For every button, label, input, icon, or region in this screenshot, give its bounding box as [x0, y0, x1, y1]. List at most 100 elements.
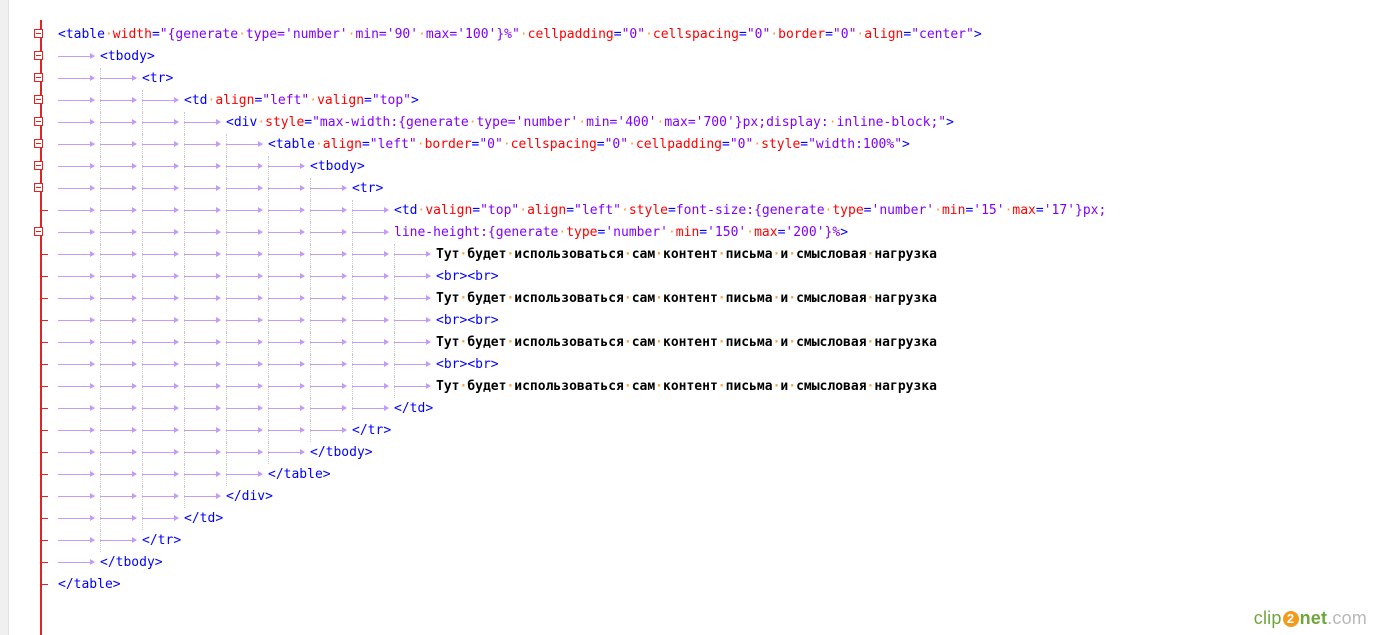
code-line[interactable]: <br><br> — [0, 266, 1381, 288]
code-line[interactable]: <tr> — [0, 68, 1381, 90]
indent-guide — [310, 354, 311, 376]
indent-guide — [352, 222, 353, 244]
code-text: </table> — [58, 577, 121, 592]
tab-arrow-icon — [268, 449, 305, 455]
code-text: </td> — [184, 511, 224, 526]
code-line[interactable]: Тут·будет·использоваться·сам·контент·пис… — [0, 288, 1381, 310]
clip2net-watermark-logo: clip 2 net.com — [1254, 608, 1367, 629]
indent-guide — [226, 156, 227, 178]
code-line[interactable]: Тут·будет·использоваться·сам·контент·пис… — [0, 332, 1381, 354]
code-line[interactable]: <td·valign="top"·align="left"·style=font… — [0, 200, 1381, 222]
code-line[interactable]: <tbody> — [0, 46, 1381, 68]
tab-arrow-icon — [352, 339, 389, 345]
fold-tick — [42, 276, 48, 277]
indent-guide — [226, 376, 227, 398]
fold-toggle-icon[interactable] — [34, 51, 43, 60]
tab-arrow-icon — [226, 185, 263, 191]
tab-arrow-icon — [184, 119, 221, 125]
code-line[interactable]: </tr> — [0, 420, 1381, 442]
indent-guide — [100, 178, 101, 200]
code-line[interactable]: <tr> — [0, 178, 1381, 200]
tab-arrow-icon — [100, 339, 137, 345]
indent-guide — [142, 508, 143, 530]
indent-guide — [352, 266, 353, 288]
code-line[interactable]: line-height:{generate·type='number'·min=… — [0, 222, 1381, 244]
fold-toggle-icon[interactable] — [34, 73, 43, 82]
tab-arrow-icon — [142, 515, 179, 521]
tab-arrow-icon — [394, 317, 431, 323]
fold-toggle-icon[interactable] — [34, 117, 43, 126]
indent-guide — [100, 156, 101, 178]
code-line[interactable]: </tbody> — [0, 552, 1381, 574]
code-text: <td·align="left"·valign="top"> — [184, 93, 419, 108]
tab-arrow-icon — [142, 383, 179, 389]
tab-arrow-icon — [142, 405, 179, 411]
tab-arrow-icon — [58, 163, 95, 169]
indent-guide — [310, 376, 311, 398]
code-line[interactable]: </table> — [0, 574, 1381, 596]
code-line[interactable]: <table·align="left"·border="0"·cellspaci… — [0, 134, 1381, 156]
tab-arrow-icon — [226, 317, 263, 323]
tab-arrow-icon — [310, 383, 347, 389]
code-line[interactable]: <table·width="{generate·type='number'·mi… — [0, 24, 1381, 46]
indent-guide — [394, 376, 395, 398]
code-line[interactable]: <div·style="max-width:{generate·type='nu… — [0, 112, 1381, 134]
fold-toggle-icon[interactable] — [34, 227, 43, 236]
code-line[interactable]: </tbody> — [0, 442, 1381, 464]
fold-tick — [42, 342, 48, 343]
indent-guide — [268, 200, 269, 222]
indent-guide — [226, 420, 227, 442]
code-line[interactable]: <tbody> — [0, 156, 1381, 178]
indent-guide — [310, 266, 311, 288]
code-line[interactable]: Тут·будет·использоваться·сам·контент·пис… — [0, 376, 1381, 398]
fold-toggle-icon[interactable] — [34, 183, 43, 192]
tab-arrow-icon — [58, 471, 95, 477]
fold-tick — [42, 518, 48, 519]
tab-arrow-icon — [226, 229, 263, 235]
tab-arrow-icon — [100, 75, 137, 81]
code-line[interactable]: Тут·будет·использоваться·сам·контент·пис… — [0, 244, 1381, 266]
indent-guide — [226, 134, 227, 156]
fold-toggle-icon[interactable] — [34, 29, 43, 38]
indent-guide — [142, 376, 143, 398]
tab-arrow-icon — [58, 361, 95, 367]
code-line[interactable]: <br><br> — [0, 310, 1381, 332]
tab-arrow-icon — [100, 119, 137, 125]
fold-tick — [42, 452, 48, 453]
code-line[interactable]: </table> — [0, 464, 1381, 486]
code-line[interactable]: <td·align="left"·valign="top"> — [0, 90, 1381, 112]
tab-arrow-icon — [268, 339, 305, 345]
indent-guide — [142, 156, 143, 178]
tab-arrow-icon — [100, 273, 137, 279]
indent-guide — [226, 354, 227, 376]
tab-arrow-icon — [100, 295, 137, 301]
tab-arrow-icon — [310, 361, 347, 367]
code-text: </tbody> — [310, 445, 373, 460]
fold-toggle-icon[interactable] — [34, 139, 43, 148]
tab-arrow-icon — [184, 251, 221, 257]
indent-guide — [100, 310, 101, 332]
indent-guide — [100, 376, 101, 398]
tab-arrow-icon — [226, 471, 263, 477]
indent-guide — [142, 332, 143, 354]
fold-tick — [42, 254, 48, 255]
indent-guide — [226, 310, 227, 332]
indent-guide — [310, 332, 311, 354]
code-editor[interactable]: <table·width="{generate·type='number'·mi… — [0, 0, 1381, 635]
indent-guide — [268, 442, 269, 464]
code-line[interactable]: </td> — [0, 398, 1381, 420]
tab-arrow-icon — [58, 383, 95, 389]
code-line[interactable]: <br><br> — [0, 354, 1381, 376]
fold-tick — [42, 562, 48, 563]
fold-toggle-icon[interactable] — [34, 95, 43, 104]
code-line[interactable]: </tr> — [0, 530, 1381, 552]
code-line[interactable]: </td> — [0, 508, 1381, 530]
code-text: <table·align="left"·border="0"·cellspaci… — [268, 137, 910, 152]
tab-arrow-icon — [184, 273, 221, 279]
fold-toggle-icon[interactable] — [34, 161, 43, 170]
indent-guide — [268, 354, 269, 376]
code-line[interactable]: </div> — [0, 486, 1381, 508]
fold-tick — [42, 474, 48, 475]
tab-arrow-icon — [58, 185, 95, 191]
tab-arrow-icon — [226, 207, 263, 213]
